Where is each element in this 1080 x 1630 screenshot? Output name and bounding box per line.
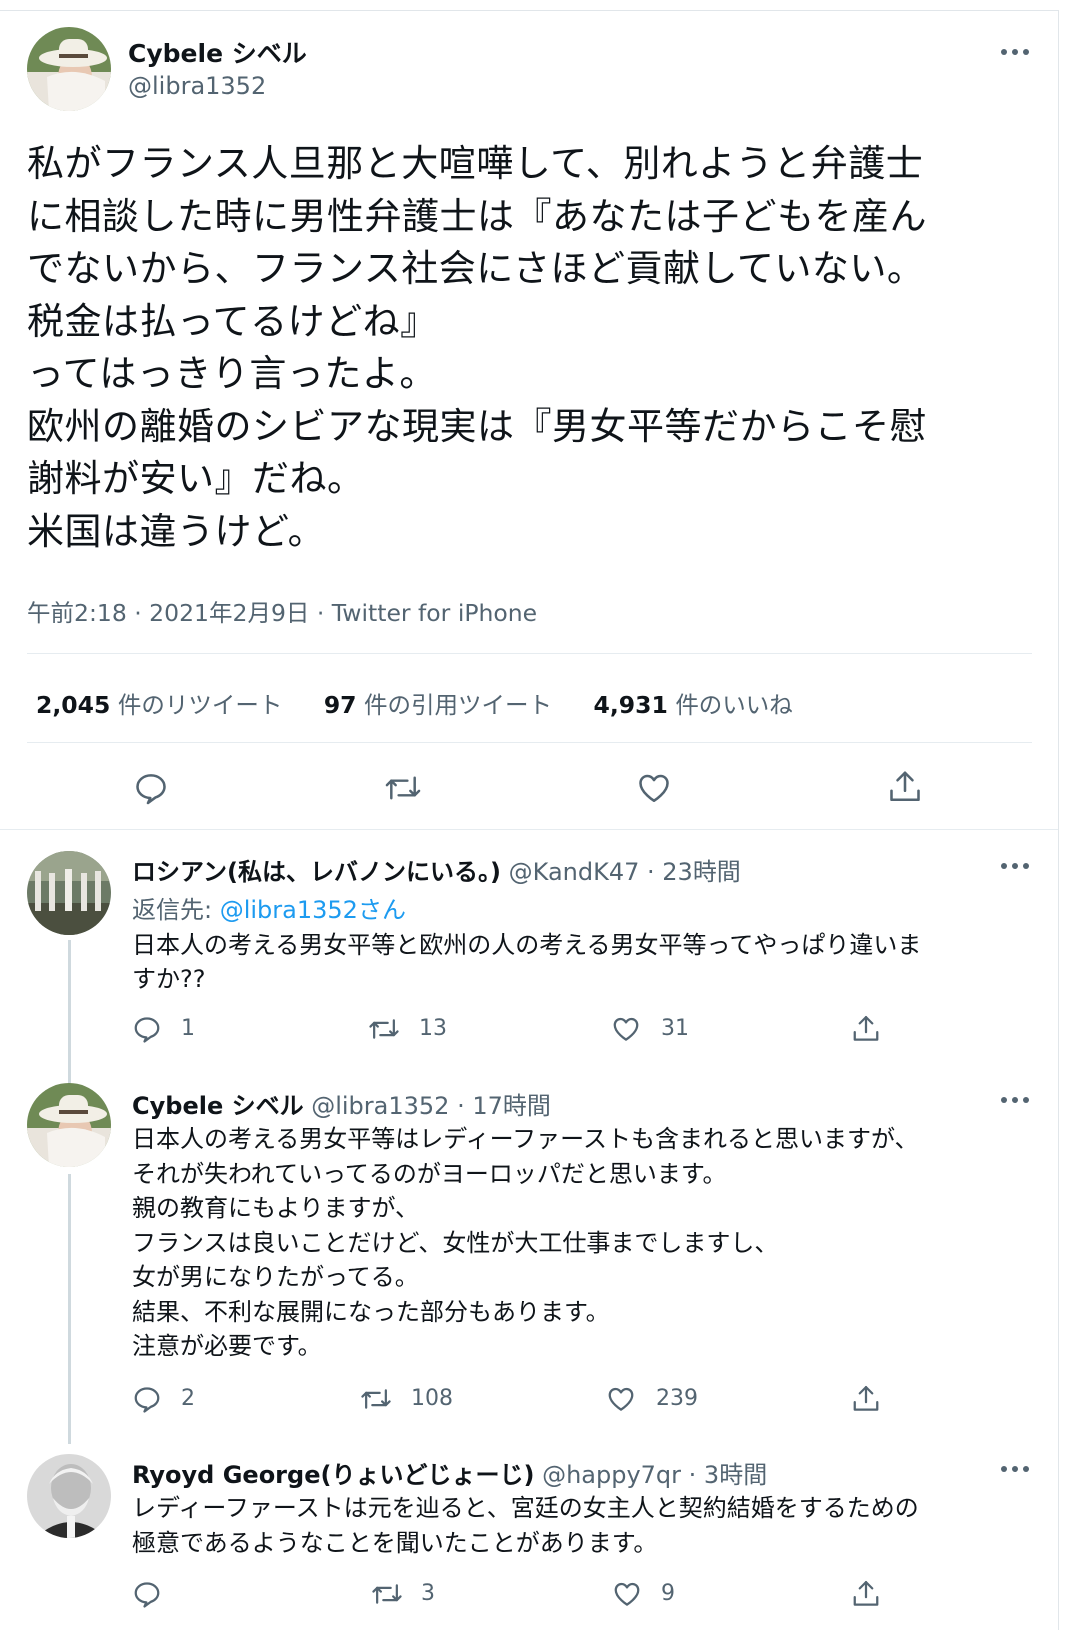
section-divider xyxy=(0,829,1058,830)
author-handle[interactable]: @libra1352 xyxy=(128,72,266,100)
retweets-stat[interactable]: 2,045 件のリツイート xyxy=(36,691,290,719)
more-horizontal-icon[interactable] xyxy=(1001,860,1035,872)
divider xyxy=(27,742,1032,743)
replying-to: 返信先: @libra1352さん xyxy=(132,890,406,925)
quotes-stat[interactable]: 97 件の引用ツイート xyxy=(324,691,560,719)
heart-icon[interactable] xyxy=(612,1579,642,1609)
heart-icon[interactable] xyxy=(606,1384,636,1414)
more-horizontal-icon[interactable] xyxy=(1001,1463,1035,1475)
share-icon[interactable] xyxy=(851,1383,881,1415)
tweet-text: 私がフランス人旦那と大喧嘩して、別れようと弁護士 に相談した時に男性弁護士は『あ… xyxy=(27,142,927,553)
likes-stat[interactable]: 4,931 件のいいね xyxy=(593,691,792,719)
reply-text: 日本人の考える男女平等はレディーファーストも含まれると思いますが、 それが失われ… xyxy=(132,1125,919,1360)
reply-author-avatar[interactable] xyxy=(27,1083,111,1167)
reply-header: Ryoyd George(りょいどじょーじ) @happy7qr · 3時間 xyxy=(132,1455,767,1490)
retweet-count: 13 xyxy=(419,1016,447,1041)
reply-author-avatar[interactable] xyxy=(27,851,111,935)
reply-text: レディーファーストは元を辿ると、宮廷の女主人と契約結婚をするための 極意であるよ… xyxy=(132,1494,919,1557)
tweet-thread-page: Cybele シベル @libra1352 私がフランス人旦那と大喧嘩して、別れ… xyxy=(0,0,1080,1630)
like-count: 9 xyxy=(661,1581,675,1606)
reply-header: Cybele シベル @libra1352 · 17時間 xyxy=(132,1086,551,1121)
replying-to-handle[interactable]: @libra1352 xyxy=(220,896,358,924)
author-avatar[interactable] xyxy=(27,27,111,111)
quotes-label: 件の引用ツイート xyxy=(364,691,552,719)
reply-bubble-icon[interactable] xyxy=(132,1014,162,1044)
heart-icon[interactable] xyxy=(636,770,672,806)
share-icon[interactable] xyxy=(887,768,923,806)
retweet-icon[interactable] xyxy=(368,1014,400,1044)
reply-author-name[interactable]: Ryoyd George(りょいどじょーじ) xyxy=(132,1461,534,1489)
retweet-icon[interactable] xyxy=(360,1384,392,1414)
heart-icon[interactable] xyxy=(611,1014,641,1044)
reply-time[interactable]: · 23時間 xyxy=(647,858,741,886)
more-horizontal-icon[interactable] xyxy=(1001,46,1035,58)
quotes-count: 97 xyxy=(323,691,357,719)
share-icon[interactable] xyxy=(851,1578,881,1610)
replying-to-suffix: さん xyxy=(357,896,406,924)
tweet-stats: 2,045 件のリツイート 97 件の引用ツイート 4,931 件のいいね xyxy=(36,686,793,720)
reply-author-handle[interactable]: @happy7qr xyxy=(542,1461,681,1489)
retweets-count: 2,045 xyxy=(36,691,111,719)
reply-bubble-icon[interactable] xyxy=(132,1579,162,1609)
tweet-timestamp[interactable]: 午前2:18 · 2021年2月9日 · Twitter for iPhone xyxy=(27,594,537,628)
reply-author-handle[interactable]: @libra1352 xyxy=(311,1092,449,1120)
likes-label: 件のいいね xyxy=(675,691,793,719)
like-count: 239 xyxy=(656,1386,698,1411)
reply-time[interactable]: · 17時間 xyxy=(457,1092,551,1120)
retweet-count: 3 xyxy=(421,1581,435,1606)
reply-header: ロシアン(私は、レバノンにいる。) @KandK47 · 23時間 xyxy=(132,852,741,887)
retweet-icon[interactable] xyxy=(371,1579,403,1609)
reply-count: 1 xyxy=(181,1016,195,1041)
more-horizontal-icon[interactable] xyxy=(1001,1094,1035,1106)
retweets-label: 件のリツイート xyxy=(117,691,283,719)
reply-text: 日本人の考える男女平等と欧州の人の考える男女平等ってやっぱり違いま すか?? xyxy=(132,931,922,993)
reply-bubble-icon[interactable] xyxy=(132,1384,162,1414)
reply-author-name[interactable]: Cybele シベル xyxy=(132,1092,304,1120)
replying-to-prefix: 返信先: xyxy=(132,896,220,924)
retweet-icon[interactable] xyxy=(384,770,422,806)
thread-line xyxy=(68,1174,71,1444)
retweet-count: 108 xyxy=(411,1386,453,1411)
like-count: 31 xyxy=(661,1016,689,1041)
divider xyxy=(27,653,1032,654)
reply-author-name[interactable]: ロシアン(私は、レバノンにいる。) xyxy=(132,858,501,886)
share-icon[interactable] xyxy=(851,1013,881,1045)
reply-time[interactable]: · 3時間 xyxy=(689,1461,768,1489)
reply-author-handle[interactable]: @KandK47 xyxy=(509,858,640,886)
likes-count: 4,931 xyxy=(593,691,668,719)
thread-line xyxy=(68,940,71,1084)
reply-count: 2 xyxy=(181,1386,195,1411)
author-name[interactable]: Cybele シベル xyxy=(128,34,307,70)
reply-author-avatar[interactable] xyxy=(27,1454,111,1538)
reply-bubble-icon[interactable] xyxy=(133,770,169,806)
